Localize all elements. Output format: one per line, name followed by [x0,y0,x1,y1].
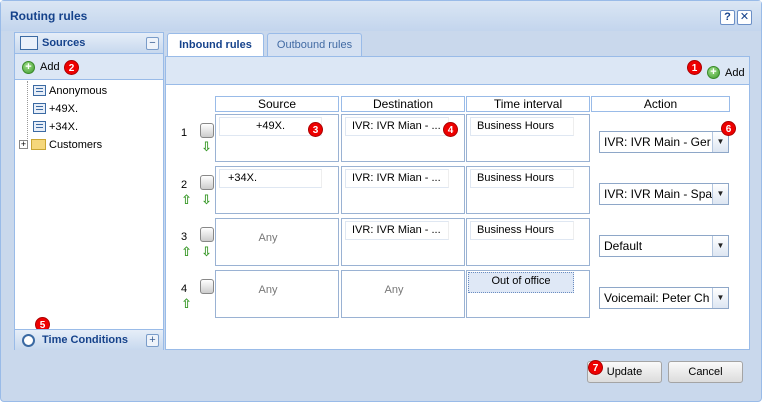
rule-time-cell[interactable]: Business Hours [466,114,590,162]
rule-destination-cell[interactable]: IVR: IVR Mian - ... [341,166,465,214]
sources-title: Sources [42,37,86,49]
callout-badge-1: 1 [687,60,702,75]
chevron-down-icon[interactable]: ▼ [712,236,728,256]
rule-number: 3 [181,231,188,243]
rule-destination-value: Any [384,284,404,296]
phone-icon [200,175,214,190]
rule-action-select[interactable]: IVR: IVR Main - Ger ▼ [599,131,729,153]
callout-badge-6: 6 [721,121,736,136]
phone-icon [200,227,214,242]
source-item-anonymous[interactable]: Anonymous [33,82,107,100]
cancel-button[interactable]: Cancel [668,361,743,383]
rule-source-value: Any [258,284,278,296]
rule-source-cell[interactable]: +34X. [215,166,339,214]
move-down-icon[interactable]: ⇩ [201,140,212,154]
tab-inbound-rules[interactable]: Inbound rules [167,33,264,57]
rule-action-select[interactable]: Default ▼ [599,235,729,257]
rule-time-cell[interactable]: Out of office [466,270,590,318]
source-node-icon [33,121,46,132]
time-conditions-title: Time Conditions [42,334,128,346]
close-button[interactable]: ✕ [737,10,752,25]
sources-tree: Anonymous +49X. +34X. + Customers [15,81,163,331]
rule-time-value: Business Hours [470,117,574,136]
folder-icon [31,139,46,150]
rule-source-cell[interactable]: Any [215,270,339,318]
rules-toolbar: 1 + Add [166,57,749,85]
sources-icon [20,36,38,50]
sources-toolbar: + Add 2 [15,54,163,80]
callout-badge-4: 4 [443,122,458,137]
rule-action-select[interactable]: IVR: IVR Main - Spa ▼ [599,183,729,205]
rule-source-value: +49X. [219,117,322,136]
time-conditions-header[interactable]: Time Conditions + [15,329,163,350]
move-up-icon[interactable]: ⇧ [181,297,192,311]
rule-source-value: Any [258,232,278,244]
rule-time-value: Out of office [468,272,574,293]
rule-number: 2 [181,179,188,191]
rule-source-cell[interactable]: +49X. [215,114,339,162]
window-titlebar[interactable]: Routing rules ? ✕ [1,1,761,31]
add-source-icon[interactable]: + [22,61,35,74]
clock-icon [22,334,35,347]
rule-action-select[interactable]: Voicemail: Peter Ch ▼ [599,287,729,309]
rule-action-value: IVR: IVR Main - Spa [604,187,713,201]
source-node-icon [33,103,46,114]
column-header-action: Action [591,96,730,112]
rule-destination-value: IVR: IVR Mian - ... [345,169,449,188]
tab-outbound-rules[interactable]: Outbound rules [267,33,362,57]
column-header-time-interval: Time interval [466,96,590,112]
rule-destination-cell[interactable]: IVR: IVR Mian - ... [341,114,465,162]
source-item-49x[interactable]: +49X. [33,100,78,118]
window-title: Routing rules [10,9,88,23]
move-up-icon[interactable]: ⇧ [181,245,192,259]
chevron-down-icon[interactable]: ▼ [712,184,728,204]
move-down-icon[interactable]: ⇩ [201,245,212,259]
source-item-customers[interactable]: Customers [31,136,102,154]
move-down-icon[interactable]: ⇩ [201,193,212,207]
add-source-button[interactable]: Add [40,61,60,73]
phone-icon [200,123,214,138]
source-label: Customers [49,139,103,151]
expand-time-conditions-button[interactable]: + [146,334,159,347]
rule-time-value: Business Hours [470,221,574,240]
rule-action-value: IVR: IVR Main - Ger [604,135,711,149]
rule-source-value: +34X. [219,169,322,188]
add-rule-icon[interactable]: + [707,66,720,79]
inbound-rules-panel: 1 + Add Source Destination Time interval… [165,56,750,350]
rule-destination-cell[interactable]: IVR: IVR Mian - ... [341,218,465,266]
callout-badge-2: 2 [64,60,79,75]
rule-destination-value: IVR: IVR Mian - ... [345,221,449,240]
rule-destination-value: IVR: IVR Mian - ... [345,117,449,136]
help-button[interactable]: ? [720,10,735,25]
tree-line [27,81,28,141]
rule-action-value: Default [604,239,643,253]
source-label: +34X. [49,121,79,133]
source-item-34x[interactable]: +34X. [33,118,78,136]
column-header-source: Source [215,96,339,112]
add-rule-button[interactable]: Add [725,67,745,79]
rule-source-cell[interactable]: Any [215,218,339,266]
expand-customers-icon[interactable]: + [19,140,28,149]
source-label: Anonymous [49,85,108,97]
rule-time-cell[interactable]: Business Hours [466,218,590,266]
sources-panel: Sources − + Add 2 Anonymous +49X. +34X. … [14,32,164,350]
routing-rules-window: Routing rules ? ✕ Sources − + Add 2 Anon… [0,0,762,402]
sources-header: Sources − [15,33,163,54]
rule-number: 1 [181,127,188,139]
rule-number: 4 [181,283,188,295]
phone-icon [200,279,214,294]
collapse-sources-button[interactable]: − [146,37,159,50]
source-node-icon [33,85,46,96]
callout-badge-7: 7 [588,360,603,375]
source-label: +49X. [49,103,79,115]
chevron-down-icon[interactable]: ▼ [712,288,728,308]
move-up-icon[interactable]: ⇧ [181,193,192,207]
rule-time-value: Business Hours [470,169,574,188]
rule-time-cell[interactable]: Business Hours [466,166,590,214]
column-header-destination: Destination [341,96,465,112]
rule-destination-cell[interactable]: Any [341,270,465,318]
rule-action-value: Voicemail: Peter Ch [604,291,710,305]
callout-badge-3: 3 [308,122,323,137]
